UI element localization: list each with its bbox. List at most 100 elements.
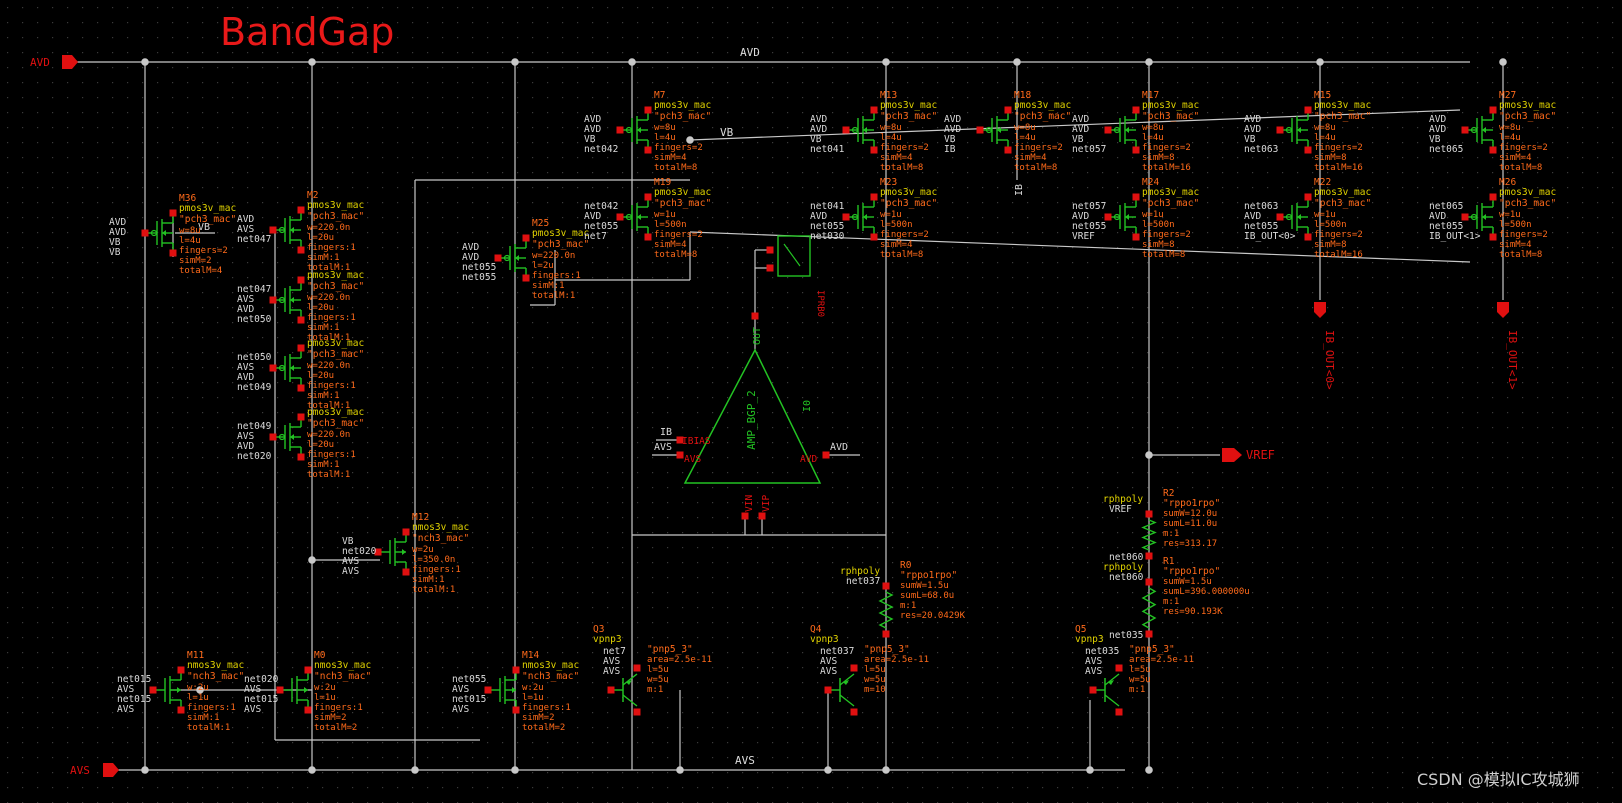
mos-drain-pin (1304, 106, 1312, 114)
device-instance-name: M2 (307, 190, 318, 201)
device-pin-label: net050 (237, 314, 272, 325)
device-param: m:1 (647, 685, 663, 695)
device-param: l=4u (1499, 133, 1521, 143)
mos-drain-pin (1304, 193, 1312, 201)
page-title: BandGap (220, 10, 394, 54)
device-cell-name: pmos3v_mac (1314, 100, 1371, 111)
device-param: simM=4 (1499, 153, 1532, 163)
mos-drain-pin (644, 106, 652, 114)
device-param: m:1 (900, 601, 916, 611)
device-pin-label: AVS (244, 704, 261, 715)
device-param: simM:1 (187, 713, 220, 723)
device-param: l=350.0n (412, 555, 455, 565)
mos-gate-pin (269, 296, 277, 304)
device-param: w=8u (1142, 123, 1164, 133)
device-cell-name: pmos3v_mac (1499, 187, 1556, 198)
device-model: "nch3_mac" (522, 671, 579, 682)
device-param: fingers=2 (654, 230, 703, 240)
mos-drain-pin (297, 413, 305, 421)
device-param: l=5u (1129, 665, 1151, 675)
device-model: "pch3_mac" (654, 198, 711, 209)
device-pin-label: net037 (846, 576, 880, 587)
device-cell-name: nmos3v_mac (412, 522, 469, 533)
device-pin-label: AVS (342, 566, 359, 577)
device-pin-label: net055 (462, 272, 496, 283)
mos-source-pin (1489, 233, 1497, 241)
mos-gate-pin (484, 686, 492, 694)
device-param: totalM=8 (1499, 163, 1542, 173)
device-param: w=5u (647, 675, 669, 685)
amp-avd-pin (822, 451, 830, 459)
mos-drain-pin (1132, 193, 1140, 201)
vb-net-label-left: VB (198, 222, 210, 233)
device-model: "rppo1rpo" (900, 570, 957, 581)
device-model: "pch3_mac" (880, 198, 937, 209)
device-pin-label: net060 (1109, 572, 1144, 583)
bjt-base-pin (824, 686, 832, 694)
mos-drain-pin (522, 234, 530, 242)
device-pin-label: AVS (452, 704, 469, 715)
mos-source-pin (297, 246, 305, 254)
device-cell-name: pmos3v_mac (880, 100, 937, 111)
device-pin-label: net063 (1244, 144, 1278, 155)
device-param: w=1u (1314, 210, 1336, 220)
mos-drain-pin (512, 666, 520, 674)
device-param: simM=2 (179, 256, 212, 266)
mos-gate-pin (1461, 126, 1469, 134)
mos-drain-pin (402, 528, 410, 536)
amp-name: AMP_BGP_2 (745, 390, 758, 450)
device-param: l=4u (654, 133, 676, 143)
device-param: area=2.5e-11 (647, 655, 712, 665)
device-param: m:1 (1163, 529, 1179, 539)
device-instance-name: M18 (1014, 90, 1031, 101)
device-param: m:1 (1163, 597, 1179, 607)
device-param: simM:1 (307, 391, 340, 401)
device-param: totalM=8 (1014, 163, 1057, 173)
device-param: w=8u (1499, 123, 1521, 133)
device-pin-label: net7 (584, 231, 607, 242)
device-cell-name: nmos3v_mac (522, 660, 579, 671)
device-param: w=1u (654, 210, 676, 220)
device-instance-name: M24 (1142, 177, 1159, 188)
avs-net-label: AVS (735, 754, 755, 767)
device-param: simM:1 (307, 253, 340, 263)
device-pin-label: net042 (584, 144, 618, 155)
device-param: w=220.0n (307, 430, 350, 440)
device-param: fingers:1 (532, 271, 581, 281)
amp-pin-out-label: OUT (752, 327, 763, 345)
device-pin-label: IB (944, 144, 956, 155)
mos-gate-pin (976, 126, 984, 134)
device-param: simM:1 (307, 323, 340, 333)
device-model: "pch3_mac" (1314, 198, 1371, 209)
mos-gate-pin (1276, 213, 1284, 221)
mos-gate-pin (1104, 213, 1112, 221)
mos-gate-pin (269, 364, 277, 372)
amp-out-pin (751, 312, 759, 320)
mos-drain-pin (169, 209, 177, 217)
amp-pin-ibias-label: IBIAS (682, 436, 711, 447)
device-param: simM=8 (1142, 153, 1175, 163)
amp-vip-pin (758, 512, 766, 520)
mos-source-pin (1004, 146, 1012, 154)
device-param: l=4u (1142, 133, 1164, 143)
device-cell-name: vpnp3 (810, 634, 839, 645)
ib-out1-pin-label: IB_OUT<1> (1506, 330, 1519, 390)
device-param: simM=4 (654, 153, 687, 163)
device-cell-name: pmos3v_mac (532, 228, 589, 239)
device-param: sumW=1.5u (900, 581, 949, 591)
device-instance-name: Q3 (593, 624, 604, 635)
mos-source-pin (1489, 146, 1497, 154)
device-param: l=4u (1014, 133, 1036, 143)
device-param: w=2u (412, 545, 434, 555)
junction-dot (1145, 451, 1153, 459)
device-model: "pch3_mac" (307, 349, 364, 360)
device-cell-name: pmos3v_mac (179, 203, 236, 214)
device-param: l=5u (647, 665, 669, 675)
device-param: totalM:1 (187, 723, 230, 733)
resistor-pin (1145, 510, 1153, 518)
mos-drain-pin (304, 666, 312, 674)
device-param: fingers:1 (412, 565, 461, 575)
mos-gate-pin (842, 213, 850, 221)
device-param: w=5u (864, 675, 886, 685)
device-param: fingers:1 (307, 381, 356, 391)
